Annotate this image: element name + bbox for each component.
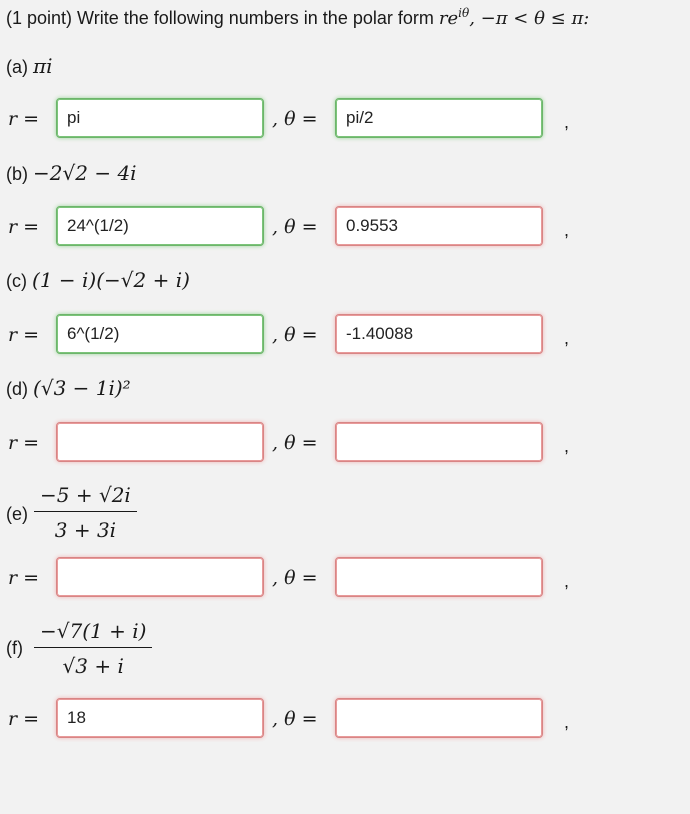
theta-label: , θ = (272, 708, 318, 730)
theta-label: , θ = (272, 432, 318, 454)
part-b-expression: −2√2 − 4i (33, 161, 137, 185)
part-c-theta-input[interactable]: -1.40088 (335, 314, 543, 354)
part-a-r-input[interactable]: pi (56, 98, 264, 138)
part-e-fraction: −5 + √2i 3 + 3i (34, 483, 137, 542)
trailing-comma: , (564, 712, 570, 732)
part-b-prompt: (b) −2√2 − 4i (6, 161, 137, 185)
r-label: r = (8, 567, 40, 589)
r-label: r = (8, 708, 40, 730)
part-c-answer-row: r = 6^(1/2) , θ = -1.40088 , (0, 314, 690, 356)
part-a-prompt: (a) πi (6, 54, 53, 78)
part-d-theta-input[interactable] (335, 422, 543, 462)
trailing-comma: , (564, 436, 570, 456)
part-d-expression: (√3 − 1i)² (33, 376, 131, 400)
part-a-theta-input[interactable]: pi/2 (335, 98, 543, 138)
part-e-denominator: 3 + 3i (54, 518, 117, 542)
trailing-comma: , (564, 571, 570, 591)
r-label: r = (8, 216, 40, 238)
part-e-numerator: −5 + √2i (34, 483, 137, 512)
part-c-prompt: (c) (1 − i)(−√2 + i) (6, 268, 190, 292)
part-f-theta-input[interactable] (335, 698, 543, 738)
polar-form-exponent: iθ (458, 6, 470, 20)
theta-range: , −π < θ ≤ π: (469, 8, 590, 29)
part-b-r-input[interactable]: 24^(1/2) (56, 206, 264, 246)
part-d-r-input[interactable] (56, 422, 264, 462)
part-b-answer-row: r = 24^(1/2) , θ = 0.9553 , (0, 206, 690, 248)
part-f-label: (f) (6, 638, 23, 658)
part-b-theta-input[interactable]: 0.9553 (335, 206, 543, 246)
r-label: r = (8, 324, 40, 346)
theta-label: , θ = (272, 216, 318, 238)
polar-form-base: re (438, 8, 459, 29)
r-label: r = (8, 108, 40, 130)
part-e-r-input[interactable] (56, 557, 264, 597)
theta-label: , θ = (272, 324, 318, 346)
problem-prefix: (1 point) Write the following numbers in… (6, 8, 439, 28)
r-label: r = (8, 432, 40, 454)
part-e-theta-input[interactable] (335, 557, 543, 597)
problem-statement: (1 point) Write the following numbers in… (6, 6, 589, 29)
part-c-expression: (1 − i)(−√2 + i) (32, 268, 190, 292)
part-f-answer-row: r = 18 , θ = , (0, 698, 690, 740)
part-d-prompt: (d) (√3 − 1i)² (6, 376, 131, 400)
trailing-comma: , (564, 220, 570, 240)
part-d-answer-row: r = , θ = , (0, 422, 690, 464)
trailing-comma: , (564, 328, 570, 348)
part-f-r-input[interactable]: 18 (56, 698, 264, 738)
part-a-label: (a) (6, 57, 28, 77)
part-c-label: (c) (6, 271, 27, 291)
theta-label: , θ = (272, 567, 318, 589)
part-f-numerator: −√7(1 + i) (34, 619, 153, 648)
theta-label: , θ = (272, 108, 318, 130)
part-a-expression: πi (33, 54, 53, 78)
part-a-answer-row: r = pi , θ = pi/2 , (0, 98, 690, 140)
part-c-r-input[interactable]: 6^(1/2) (56, 314, 264, 354)
trailing-comma: , (564, 112, 570, 132)
part-b-label: (b) (6, 164, 28, 184)
part-e-label: (e) (6, 504, 28, 524)
part-e-answer-row: r = , θ = , (0, 557, 690, 599)
part-f-denominator: √3 + i (62, 654, 124, 678)
part-f-fraction: −√7(1 + i) √3 + i (34, 619, 153, 678)
part-d-label: (d) (6, 379, 28, 399)
